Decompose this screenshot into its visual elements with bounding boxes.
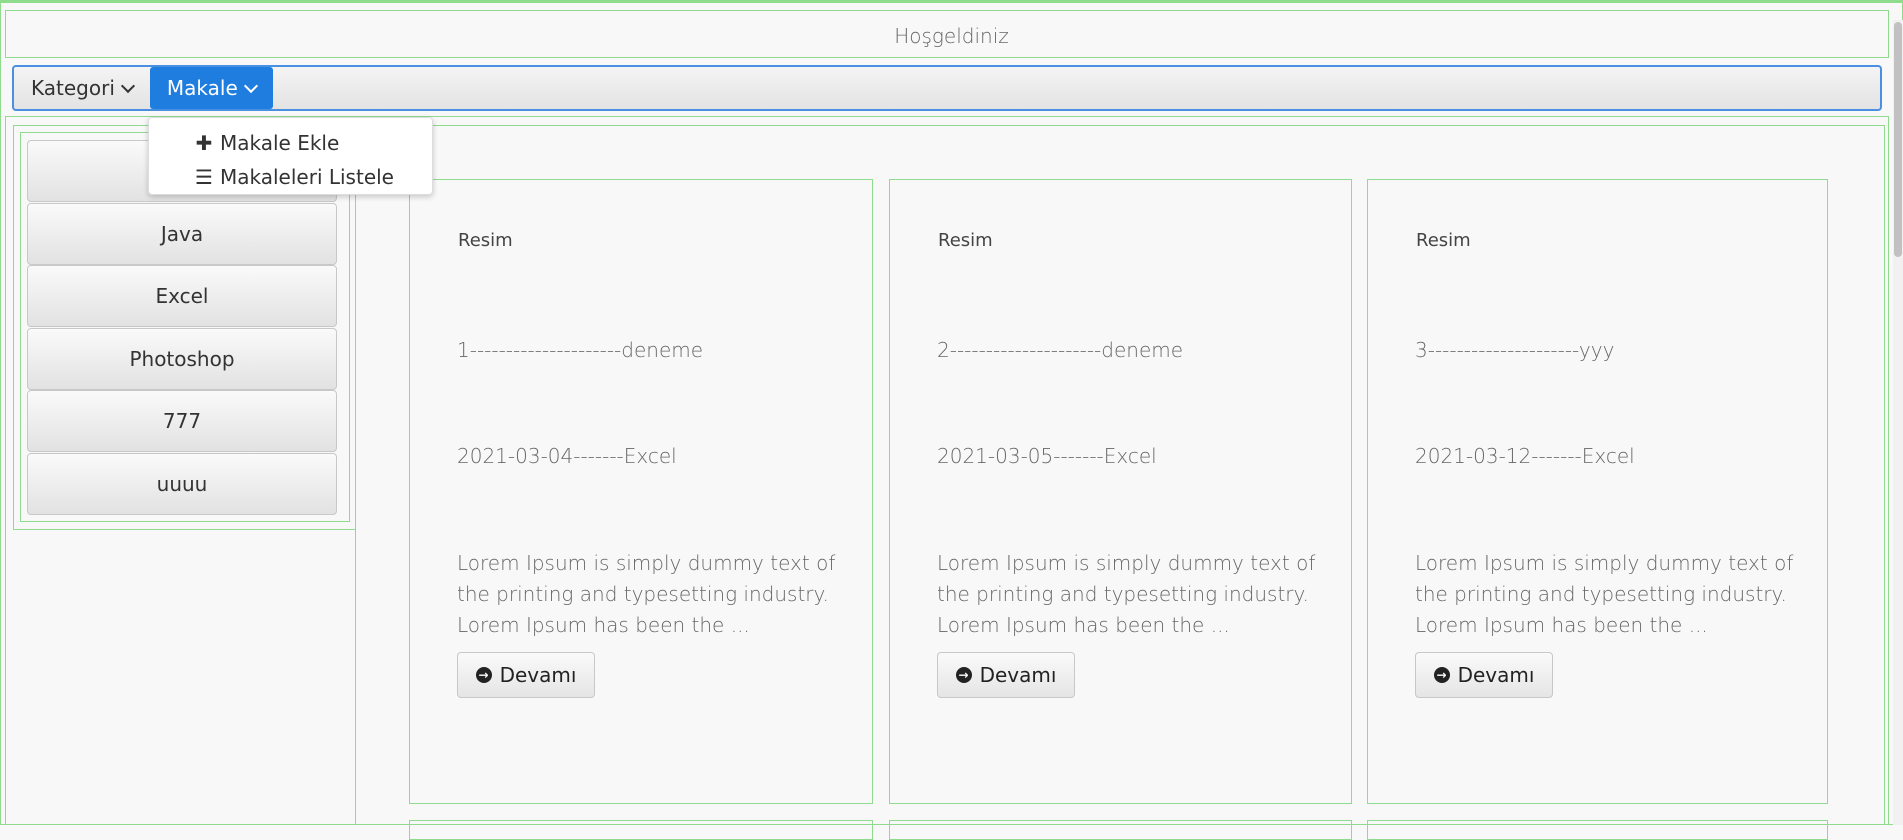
read-more-label: Devamı bbox=[1457, 663, 1535, 687]
list-icon: ☰ bbox=[195, 165, 213, 189]
article-image-placeholder: Resim bbox=[938, 230, 993, 251]
dropdown-item-label: Makaleleri Listele bbox=[220, 165, 394, 189]
chevron-down-icon bbox=[120, 78, 135, 93]
article-title: 2---------------------deneme bbox=[937, 338, 1184, 362]
article-title: 3---------------------yyy bbox=[1415, 338, 1615, 362]
arrow-circle-right-icon: → bbox=[1433, 667, 1450, 683]
read-more-label: Devamı bbox=[979, 663, 1057, 687]
menu-kategori-label: Kategori bbox=[31, 76, 115, 100]
page-title: Hoşgeldiniz bbox=[894, 24, 1009, 48]
scrollbar-thumb[interactable] bbox=[1894, 22, 1902, 257]
plus-icon: ✚ bbox=[195, 131, 213, 155]
article-excerpt: Lorem Ipsum is simply dummy text of the … bbox=[1415, 551, 1794, 637]
read-more-button[interactable]: → Devamı bbox=[457, 652, 595, 698]
sidebar-item-excel[interactable]: Excel bbox=[27, 265, 337, 327]
article-image-placeholder: Resim bbox=[1416, 230, 1471, 251]
article-meta: 2021-03-05-------Excel bbox=[937, 444, 1157, 468]
article-image-placeholder: Resim bbox=[458, 230, 513, 251]
sidebar-item-uuuu[interactable]: uuuu bbox=[27, 453, 337, 515]
makale-dropdown: ✚ Makale Ekle ☰ Makaleleri Listele bbox=[148, 117, 433, 195]
article-card-partial bbox=[1367, 820, 1828, 840]
dropdown-item-label: Makale Ekle bbox=[220, 131, 340, 155]
article-excerpt: Lorem Ipsum is simply dummy text of the … bbox=[457, 551, 836, 637]
article-meta: 2021-03-04-------Excel bbox=[457, 444, 677, 468]
article-meta: 2021-03-12-------Excel bbox=[1415, 444, 1635, 468]
read-more-button[interactable]: → Devamı bbox=[1415, 652, 1553, 698]
menu-makale-label: Makale bbox=[166, 76, 238, 100]
read-more-label: Devamı bbox=[499, 663, 577, 687]
article-card: Resim 2---------------------deneme 2021-… bbox=[889, 179, 1352, 804]
article-card-partial bbox=[889, 820, 1352, 840]
arrow-circle-right-icon: → bbox=[475, 667, 492, 683]
article-excerpt: Lorem Ipsum is simply dummy text of the … bbox=[937, 551, 1316, 637]
menubar: Kategori Makale bbox=[12, 65, 1882, 111]
arrow-circle-right-icon: → bbox=[955, 667, 972, 683]
read-more-button[interactable]: → Devamı bbox=[937, 652, 1075, 698]
sidebar-item-777[interactable]: 777 bbox=[27, 390, 337, 452]
dropdown-item-makaleleri-listele[interactable]: ☰ Makaleleri Listele bbox=[149, 160, 432, 194]
sidebar-item-photoshop[interactable]: Photoshop bbox=[27, 328, 337, 390]
menu-makale[interactable]: Makale bbox=[149, 67, 273, 109]
article-card: Resim 1---------------------deneme 2021-… bbox=[409, 179, 873, 804]
dropdown-item-makale-ekle[interactable]: ✚ Makale Ekle bbox=[149, 126, 432, 160]
chevron-down-icon bbox=[243, 78, 258, 93]
article-title: 1---------------------deneme bbox=[457, 338, 704, 362]
menu-kategori[interactable]: Kategori bbox=[14, 67, 150, 109]
article-card-partial bbox=[409, 820, 873, 840]
sidebar-item-java[interactable]: Java bbox=[27, 203, 337, 265]
article-card: Resim 3---------------------yyy 2021-03-… bbox=[1367, 179, 1828, 804]
